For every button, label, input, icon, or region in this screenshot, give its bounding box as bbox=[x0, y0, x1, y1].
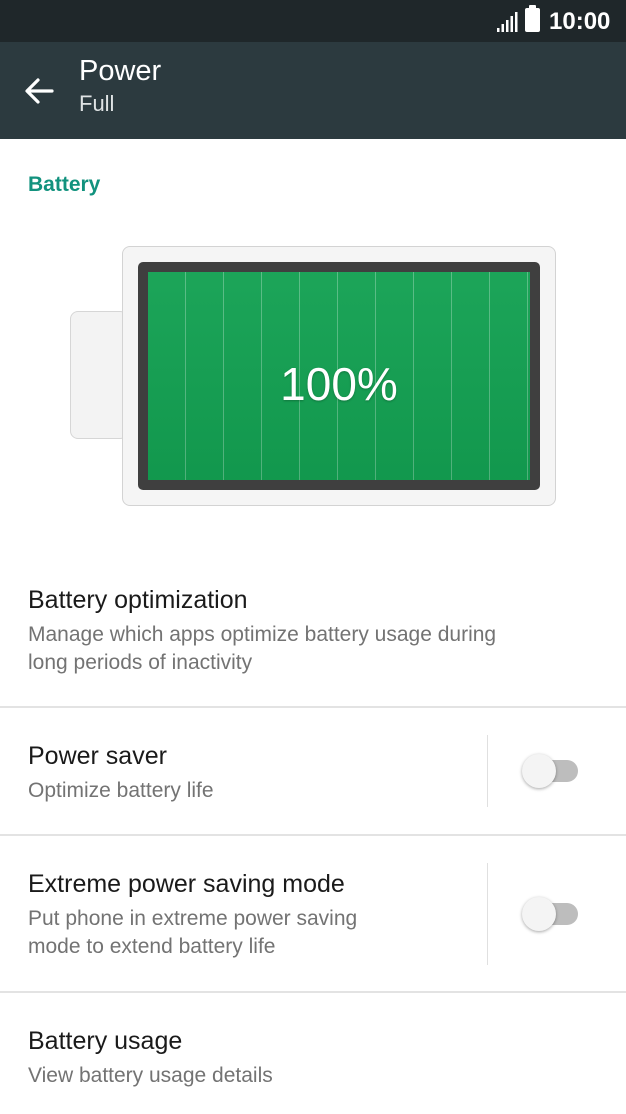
setting-title: Extreme power saving mode bbox=[28, 870, 345, 898]
setting-title: Battery usage bbox=[28, 1027, 183, 1055]
arrow-back-icon bbox=[25, 78, 54, 104]
battery-fill: 100% bbox=[148, 272, 530, 480]
power-saver-toggle[interactable] bbox=[520, 753, 582, 789]
status-time: 10:00 bbox=[549, 8, 611, 35]
setting-summary: long periods of inactivity bbox=[28, 651, 253, 674]
signal-icon bbox=[497, 12, 518, 32]
setting-summary: Optimize battery life bbox=[28, 779, 214, 802]
setting-summary: Put phone in extreme power saving bbox=[28, 907, 358, 930]
toggle-thumb bbox=[522, 754, 556, 788]
page-title: Power bbox=[79, 55, 162, 87]
setting-extreme-power-saving[interactable]: Extreme power saving mode Put phone in e… bbox=[0, 836, 626, 991]
battery-inner-frame: 100% bbox=[138, 262, 540, 490]
back-button[interactable] bbox=[12, 64, 66, 118]
setting-summary: Manage which apps optimize battery usage… bbox=[28, 623, 497, 646]
battery-shell: 100% bbox=[122, 246, 556, 506]
setting-power-saver[interactable]: Power saver Optimize battery life bbox=[0, 708, 626, 834]
setting-summary: View battery usage details bbox=[28, 1064, 273, 1087]
setting-title: Battery optimization bbox=[28, 586, 248, 614]
battery-level-label: 100% bbox=[280, 358, 398, 410]
vertical-divider bbox=[487, 735, 488, 807]
setting-battery-optimization[interactable]: Battery optimization Manage which apps o… bbox=[0, 570, 626, 707]
battery-level-graphic: 100% bbox=[68, 245, 558, 507]
toggle-thumb bbox=[522, 897, 556, 931]
battery-terminal bbox=[70, 311, 128, 439]
setting-summary: mode to extend battery life bbox=[28, 935, 276, 958]
vertical-divider bbox=[487, 863, 488, 965]
battery-icon bbox=[525, 5, 540, 32]
extreme-power-saving-toggle[interactable] bbox=[520, 896, 582, 932]
setting-title: Power saver bbox=[28, 742, 167, 770]
setting-battery-usage[interactable]: Battery usage View battery usage details bbox=[0, 993, 626, 1114]
section-header-battery: Battery bbox=[28, 173, 101, 196]
app-bar: Power Full bbox=[0, 42, 626, 139]
status-bar: 10:00 bbox=[0, 0, 626, 42]
page-subtitle: Full bbox=[79, 91, 115, 116]
